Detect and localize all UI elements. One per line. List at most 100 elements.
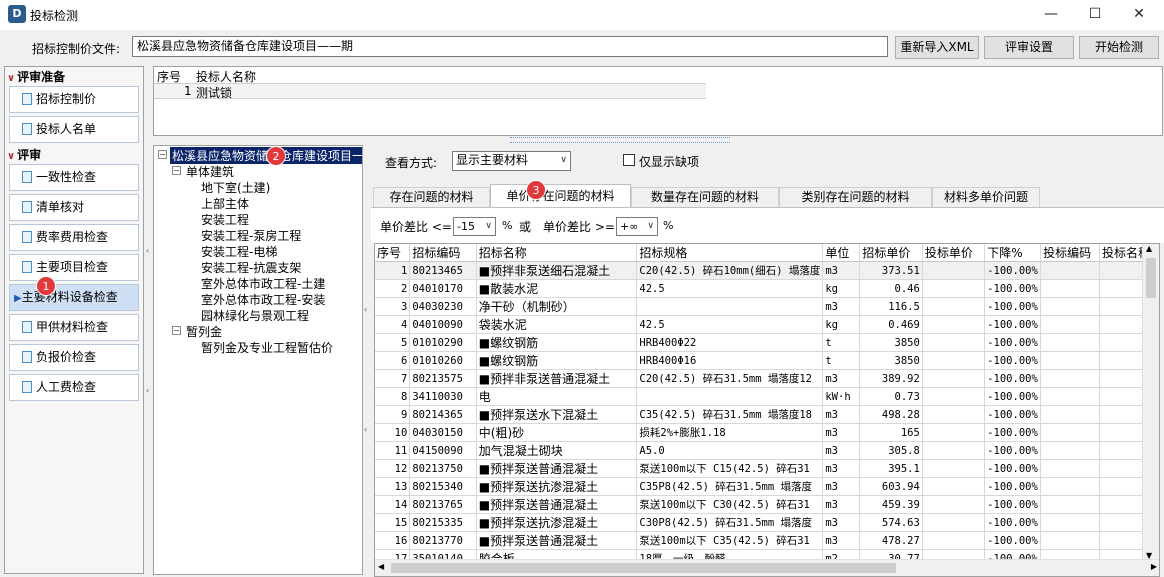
scroll-thumb[interactable] <box>391 563 896 573</box>
table-cell <box>922 495 986 514</box>
table-row[interactable]: 3 04030230 净干砂（机制砂） m3 116.5 -100.00% <box>375 297 1159 316</box>
column-header[interactable]: 投标编码 <box>1040 244 1101 262</box>
tree-node-provisional[interactable]: 暂列金 <box>186 323 222 340</box>
horizontal-splitter[interactable] <box>510 137 730 143</box>
column-header[interactable]: 招标编码 <box>409 244 477 262</box>
nav-labor-cost-check[interactable]: 人工费检查 <box>9 374 139 401</box>
table-cell: C20(42.5) 碎石10mm(细石) 塌落度 <box>636 261 824 280</box>
tree-splitter[interactable]: ‹ ‹ <box>363 145 371 575</box>
table-cell: m3 <box>822 441 861 460</box>
maximize-button[interactable]: ☐ <box>1080 3 1110 25</box>
tree-node[interactable]: 暂列金及专业工程暂估价 <box>201 339 333 356</box>
missing-only-checkbox[interactable] <box>623 154 635 166</box>
table-cell: 01010290 <box>409 333 477 352</box>
close-button[interactable]: ✕ <box>1124 3 1154 25</box>
tree-node[interactable]: 安装工程-电梯 <box>201 243 277 260</box>
left-splitter[interactable]: ‹ ‹ <box>145 66 153 574</box>
prep-group-title[interactable]: ∨ 评审准备 <box>7 68 65 85</box>
tree-node[interactable]: 室外总体市政工程-安装 <box>201 291 325 308</box>
table-row[interactable]: 16 80213770 ■预拌泵送普通混凝土 泵送100m以下 C35(42.5) 碎… <box>375 531 1159 550</box>
minimize-button[interactable]: — <box>1036 3 1066 25</box>
table-row[interactable]: 7 80213575 ■预拌非泵送普通混凝土 C20(42.5) 碎石31.5mm 塌… <box>375 369 1159 388</box>
step-badge-1: 1 <box>36 276 56 296</box>
table-cell <box>1040 369 1101 388</box>
column-header[interactable]: 序号 <box>375 244 411 262</box>
column-header[interactable]: 招标单价 <box>859 244 923 262</box>
collapse-icon[interactable]: − <box>172 326 181 335</box>
column-header[interactable]: 下降% <box>984 244 1042 262</box>
table-cell: kW·h <box>822 387 861 406</box>
table-cell <box>1040 297 1101 316</box>
review-group-title[interactable]: ∨ 评审 <box>7 146 41 163</box>
tree-node[interactable]: 室外总体市政工程-土建 <box>201 275 325 292</box>
table-cell: 389.92 <box>859 369 923 388</box>
table-row[interactable]: 2 04010170 ■散装水泥 42.5 kg 0.46 -100.00% <box>375 279 1159 298</box>
nav-bidder-list[interactable]: 投标人名单 <box>9 116 139 143</box>
table-row[interactable]: 6 01010260 ■螺纹钢筋 HRB400Φ16 t 3850 -100.00% <box>375 351 1159 370</box>
table-cell <box>636 387 824 406</box>
tab-category-problem-materials[interactable]: 类别存在问题的材料 <box>779 187 932 207</box>
view-mode-select[interactable]: 显示主要材料 ∨ <box>452 151 571 171</box>
document-icon <box>22 171 32 183</box>
chevron-down-icon: ∨ <box>560 155 567 165</box>
tree-node[interactable]: 安装工程-泵房工程 <box>201 227 301 244</box>
table-row[interactable]: 4 04010090 袋装水泥 42.5 kg 0.469 -100.00% <box>375 315 1159 334</box>
start-check-button[interactable]: 开始检测 <box>1079 36 1159 59</box>
table-row[interactable]: 10 04030150 中(粗)砂 损耗2%+膨胀1.18 m3 165 -100.00% <box>375 423 1159 442</box>
tree-node[interactable]: 地下室(土建) <box>201 179 270 196</box>
nav-control-price[interactable]: 招标控制价 <box>9 86 139 113</box>
step-badge-3: 3 <box>526 180 546 200</box>
nav-bill-check[interactable]: 清单核对 <box>9 194 139 221</box>
table-row[interactable]: 12 80213750 ■预拌泵送普通混凝土 泵送100m以下 C15(42.5) 碎… <box>375 459 1159 478</box>
column-header[interactable]: 招标规格 <box>636 244 824 262</box>
table-row[interactable]: 5 01010290 ■螺纹钢筋 HRB400Φ22 t 3850 -100.00% <box>375 333 1159 352</box>
control-price-file-input[interactable]: 松溪县应急物资储备仓库建设项目——期 <box>132 36 888 57</box>
table-cell: 498.28 <box>859 405 923 424</box>
table-row[interactable]: 9 80214365 ■预拌泵送水下混凝土 C35(42.5) 碎石31.5mm 塌落… <box>375 405 1159 424</box>
column-header[interactable]: 单位 <box>822 244 861 262</box>
vertical-scrollbar[interactable]: ▲ ▼ <box>1142 244 1159 560</box>
collapse-icon[interactable]: − <box>158 150 167 159</box>
nav-negative-quote-check[interactable]: 负报价检查 <box>9 344 139 371</box>
collapse-icon[interactable]: − <box>172 166 181 175</box>
table-cell: 165 <box>859 423 923 442</box>
table-row[interactable]: 15 80215335 ■预拌泵送抗渗混凝土 C30P8(42.5) 碎石31.5mm… <box>375 513 1159 532</box>
tree-node[interactable]: 安装工程-抗震支架 <box>201 259 301 276</box>
tree-node[interactable]: 园林绿化与景观工程 <box>201 307 309 324</box>
tab-quantity-problem-materials[interactable]: 数量存在问题的材料 <box>631 187 779 207</box>
nav-owner-supplied-check[interactable]: 甲供材料检查 <box>9 314 139 341</box>
nav-main-material-check[interactable]: ▶主要材料设备检查 <box>9 284 139 311</box>
scroll-up-icon[interactable]: ▲ <box>1146 244 1152 253</box>
diff-le-select[interactable]: -15 ∨ <box>453 217 496 236</box>
column-header[interactable]: 投标单价 <box>922 244 986 262</box>
nav-main-item-check[interactable]: 主要项目检查 <box>9 254 139 281</box>
document-icon <box>22 123 32 135</box>
window-title: 投标检测 <box>30 9 79 23</box>
diff-ge-select[interactable]: +∞ ∨ <box>616 217 658 236</box>
tab-problem-materials[interactable]: 存在问题的材料 <box>373 187 490 207</box>
tree-node-building[interactable]: 单体建筑 <box>186 163 234 180</box>
table-cell: 04010170 <box>409 279 477 298</box>
tab-multi-price-materials[interactable]: 材料多单价问题 <box>932 187 1040 207</box>
table-cell: 7 <box>375 369 411 388</box>
table-row[interactable]: 1 80213465 ■预拌非泵送细石混凝土 C20(42.5) 碎石10mm(细石)… <box>375 261 1159 280</box>
review-settings-button[interactable]: 评审设置 <box>984 36 1074 59</box>
table-row[interactable]: 11 04150090 加气混凝土砌块 A5.0 m3 305.8 -100.00% <box>375 441 1159 460</box>
scroll-thumb[interactable] <box>1146 258 1156 298</box>
nav-fee-rate-check[interactable]: 费率费用检查 <box>9 224 139 251</box>
scroll-right-icon[interactable]: ▶ <box>1151 562 1157 571</box>
tree-node[interactable]: 安装工程 <box>201 211 249 228</box>
reimport-xml-button[interactable]: 重新导入XML <box>895 36 979 59</box>
nav-consistency-check[interactable]: 一致性检查 <box>9 164 139 191</box>
column-header[interactable]: 招标名称 <box>476 244 638 262</box>
tree-node[interactable]: 上部主体 <box>201 195 249 212</box>
horizontal-scrollbar[interactable]: ◀ ▶ <box>375 559 1159 576</box>
tab-price-problem-materials[interactable]: 单价存在问题的材料 <box>490 184 631 208</box>
table-cell: 15 <box>375 513 411 532</box>
table-row[interactable]: 14 80213765 ■预拌泵送普通混凝土 泵送100m以下 C30(42.5) 碎… <box>375 495 1159 514</box>
scroll-left-icon[interactable]: ◀ <box>378 562 384 571</box>
table-row[interactable]: 8 34110030 电 kW·h 0.73 -100.00% <box>375 387 1159 406</box>
table-row[interactable]: 13 80215340 ■预拌泵送抗渗混凝土 C35P8(42.5) 碎石31.5mm… <box>375 477 1159 496</box>
table-cell: m3 <box>822 369 861 388</box>
bidder-row[interactable]: 1 测试锁 <box>154 83 706 100</box>
